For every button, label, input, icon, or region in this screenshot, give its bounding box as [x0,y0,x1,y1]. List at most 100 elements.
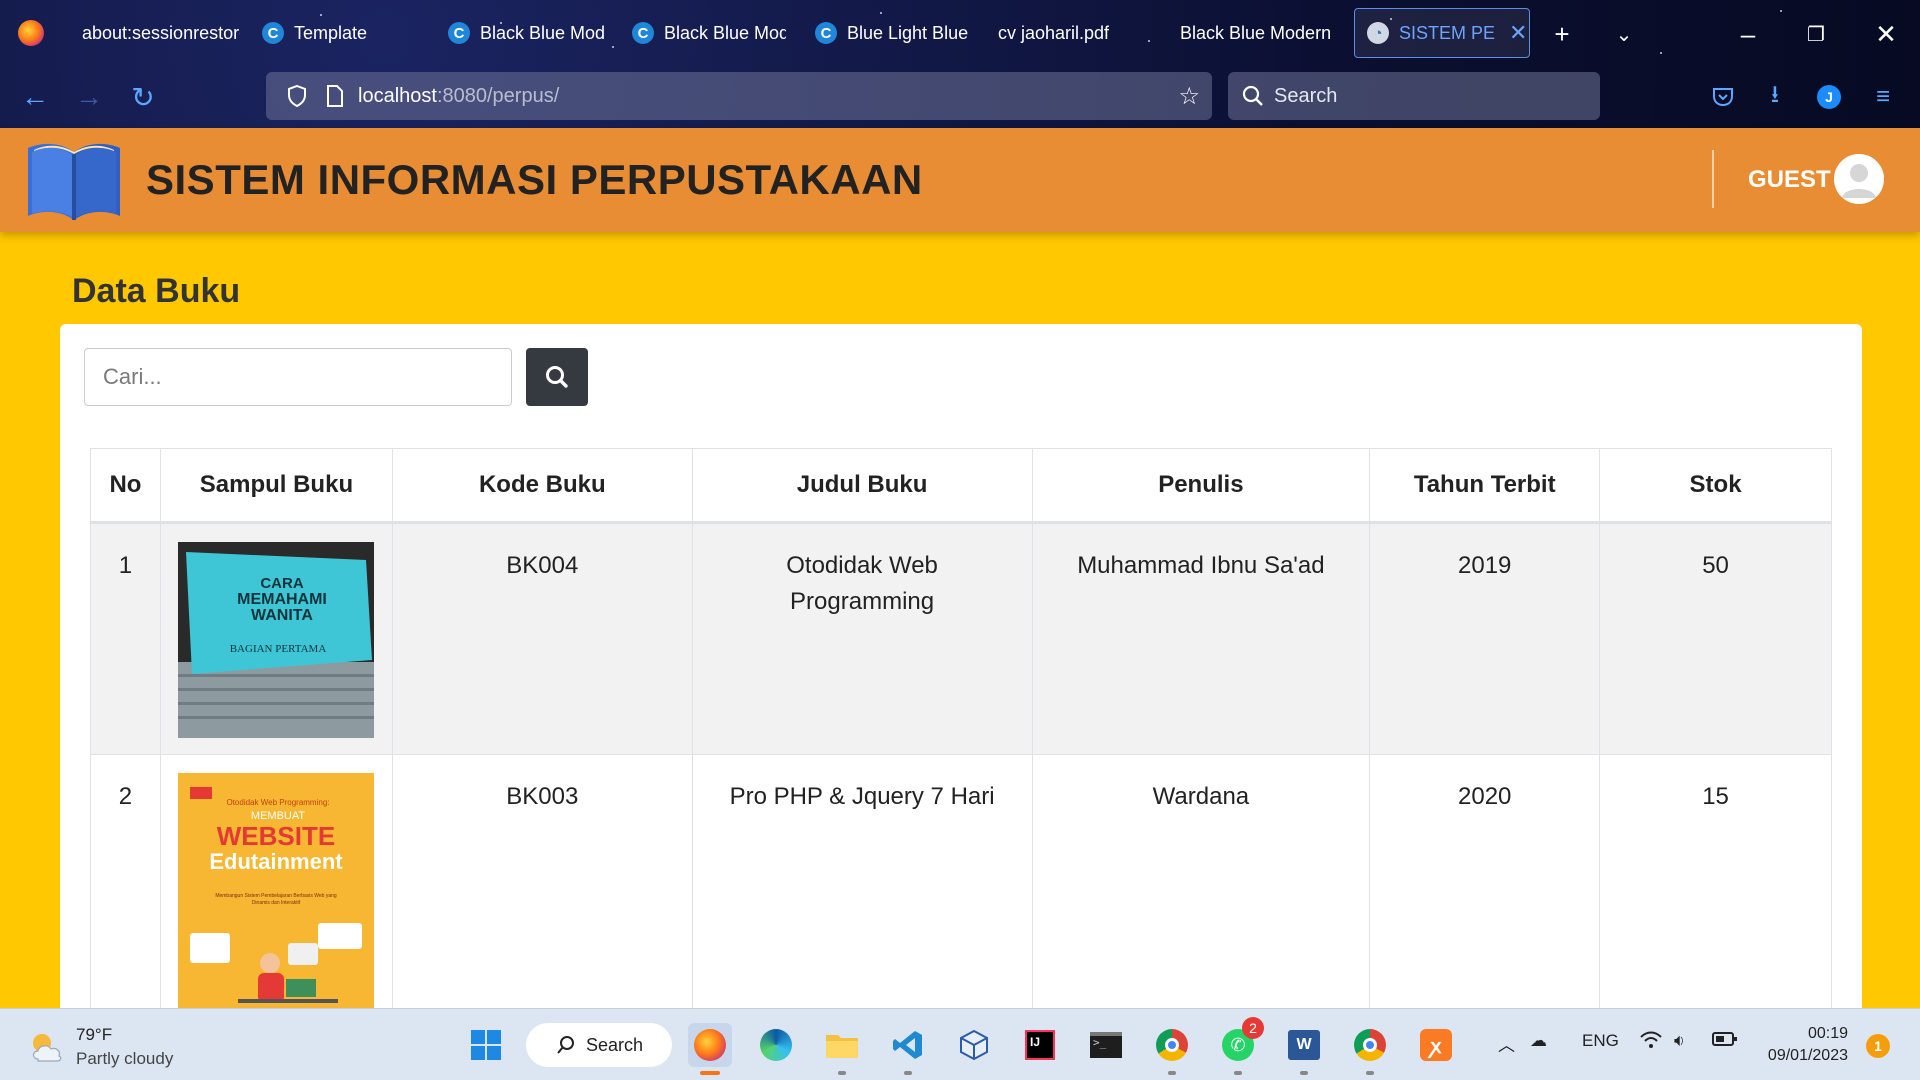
weather-desc: Partly cloudy [76,1049,174,1068]
weather-temp: 79°F [76,1025,113,1044]
column-header-year: Tahun Terbit [1369,448,1601,523]
intellij-icon[interactable]: IJ [1018,1023,1062,1067]
svg-text:WEBSITE: WEBSITE [217,821,335,851]
search-icon [546,366,568,388]
browser-search-bar[interactable]: Search [1228,72,1600,120]
svg-text:CARA: CARA [261,575,304,592]
wifi-icon[interactable] [1640,1031,1662,1054]
tab-label: Black Blue Modern [1180,22,1332,43]
svg-text:Otodidak Web Programming:: Otodidak Web Programming: [227,798,330,807]
whatsapp-icon[interactable]: ✆ 2 [1216,1017,1264,1075]
user-label[interactable]: GUEST [1748,166,1831,194]
forward-arrow-icon[interactable]: → [70,78,108,116]
firefox-icon[interactable] [18,20,44,46]
firefox-taskbar-icon[interactable] [688,1023,732,1075]
table-row: 2 Otodidak Web Programming: MEMBUAT WEBS… [90,754,1832,1015]
url-host: localhost [358,84,437,107]
cell-year: 2020 [1369,754,1601,1015]
chrome-icon[interactable] [1150,1023,1194,1075]
pocket-icon[interactable] [1704,78,1742,116]
tab-black-blue-modern-2[interactable]: C Black Blue Modern [620,8,786,58]
menu-hamburger-icon[interactable]: ≡ [1864,78,1902,116]
column-header-code: Kode Buku [391,448,693,523]
app-icon: ◔ [1367,22,1389,44]
close-window-icon[interactable]: ✕ [1866,14,1906,54]
app-title: SISTEM INFORMASI PERPUSTAKAAN [146,156,923,203]
cell-author: Muhammad Ibnu Sa'ad [1031,522,1371,755]
bookmark-star-icon[interactable]: ☆ [1178,82,1200,111]
vscode-icon[interactable] [886,1023,930,1075]
close-tab-icon[interactable]: ✕ [1509,20,1527,46]
table-row: 1 CARA MEMAHAMI WANITA BAGIAN PERTAMA BK… [90,522,1832,755]
account-icon[interactable]: J [1810,78,1848,116]
start-windows-icon[interactable] [464,1023,508,1067]
search-input[interactable] [84,348,512,406]
language-indicator[interactable]: ENG [1582,1031,1619,1051]
onedrive-cloud-icon[interactable]: ☁ [1530,1031,1547,1051]
tab-label: about:sessionrestore [82,22,240,43]
weather-widget[interactable]: 79°F Partly cloudy [26,1023,173,1071]
notification-count-badge[interactable]: 1 [1866,1034,1890,1058]
list-tabs-chevron-icon[interactable]: ⌄ [1604,14,1644,54]
url-bar[interactable]: localhost:8080/perpus/ ☆ [266,72,1212,120]
canva-icon: C [262,22,284,44]
system-clock[interactable]: 00:19 09/01/2023 [1758,1023,1848,1067]
column-header-stock: Stok [1599,448,1832,523]
book-logo-icon[interactable] [22,138,126,224]
tab-cv-pdf[interactable]: cv jaoharil.pdf [986,8,1138,58]
cell-stock: 15 [1599,754,1832,1015]
cell-cover: Otodidak Web Programming: MEMBUAT WEBSIT… [159,754,393,1015]
xampp-icon[interactable]: ꭗ [1414,1023,1458,1067]
windows-taskbar: 79°F Partly cloudy Search IJ >_ ✆ 2 W ꭗ … [0,1008,1920,1080]
tab-label: cv jaoharil.pdf [998,22,1110,43]
tab-black-blue-modern-1[interactable]: C Black Blue Modern [436,8,604,58]
tab-session-restore[interactable]: about:sessionrestore [70,8,240,58]
chrome-profile-icon[interactable] [1348,1023,1392,1075]
tab-label: Black Blue Modern [664,22,786,43]
file-explorer-icon[interactable] [820,1023,864,1075]
virtualbox-icon[interactable] [952,1023,996,1067]
table-header-row: No Sampul Buku Kode Buku Judul Buku Penu… [90,448,1832,523]
taskbar-search[interactable]: Search [526,1023,672,1067]
tab-bar: about:sessionrestore C Template C Black … [0,0,1920,66]
user-avatar[interactable] [1834,154,1884,204]
tab-blue-light-blue[interactable]: C Blue Light Blue [803,8,969,58]
volume-icon[interactable]: 🔉︎ [1674,1031,1685,1051]
profile-avatar: J [1817,85,1841,109]
book-cover-image[interactable]: Otodidak Web Programming: MEMBUAT WEBSIT… [178,773,375,1013]
tab-label: SISTEM PERPUSTAKAAN [1399,22,1495,43]
edge-icon[interactable] [754,1023,798,1067]
tab-sistem-perpustakaan[interactable]: ◔ SISTEM PERPUSTAKAAN ✕ [1354,8,1530,58]
minimize-icon[interactable]: – [1728,14,1768,54]
tab-label: Blue Light Blue [847,22,969,43]
nav-bar: ← → ↻ localhost:8080/perpus/ ☆ Search ⭳ … [0,66,1920,128]
clock-time: 00:19 [1807,1025,1848,1042]
cell-author: Wardana [1031,754,1371,1015]
cell-code: BK003 [391,754,693,1015]
tab-label: Template [294,22,368,43]
taskbar-search-label: Search [586,1034,644,1055]
tab-template[interactable]: C Template [250,8,430,58]
reload-icon[interactable]: ↻ [124,78,162,116]
column-header-title: Judul Buku [691,448,1033,523]
svg-text:WANITA: WANITA [251,607,313,624]
browser-search-placeholder: Search [1274,84,1338,107]
tray-overflow-chevron-icon[interactable]: ︿ [1498,1031,1515,1056]
word-icon[interactable]: W [1282,1023,1326,1075]
book-title: Otodidak Web Programming [786,552,938,615]
whatsapp-badge: 2 [1242,1017,1264,1039]
svg-text:Edutainment: Edutainment [210,849,344,874]
battery-icon[interactable] [1712,1031,1738,1052]
tab-black-blue-modern-3[interactable]: Black Blue Modern [1168,8,1334,58]
back-arrow-icon[interactable]: ← [16,78,54,116]
url-path: :8080/perpus/ [436,84,560,107]
new-tab-icon[interactable]: + [1542,14,1582,54]
restore-icon[interactable]: ❐ [1796,14,1836,54]
page-title: Data Buku [72,272,241,310]
book-cover-image[interactable]: CARA MEMAHAMI WANITA BAGIAN PERTAMA [178,542,375,738]
downloads-icon[interactable]: ⭳ [1756,78,1794,116]
data-card: No Sampul Buku Kode Buku Judul Buku Penu… [60,324,1862,1024]
search-button[interactable] [526,348,588,406]
terminal-icon[interactable]: >_ [1084,1023,1128,1067]
user-silhouette-icon [1834,154,1884,204]
